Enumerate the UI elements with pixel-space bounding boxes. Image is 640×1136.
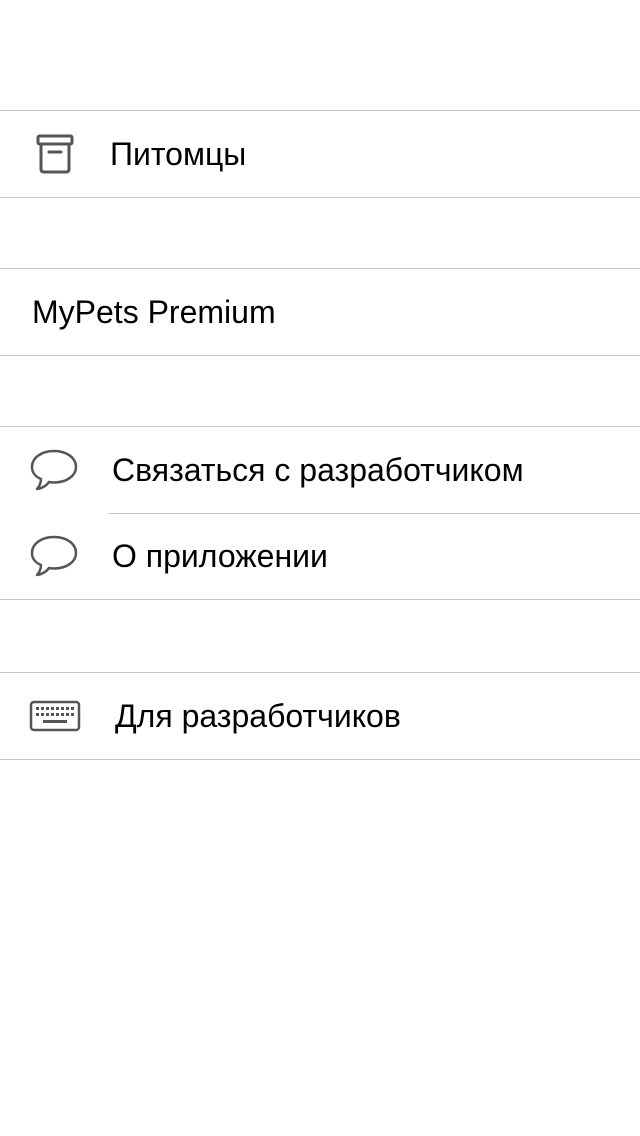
about-app-label: О приложении bbox=[112, 538, 328, 574]
developers-section: Для разработчиков bbox=[0, 672, 640, 760]
about-app-row[interactable]: О приложении bbox=[0, 513, 640, 599]
contact-developer-row[interactable]: Связаться с разработчиком bbox=[0, 427, 640, 513]
archive-box-icon bbox=[32, 111, 78, 197]
contact-developer-label: Связаться с разработчиком bbox=[112, 452, 524, 488]
premium-label: MyPets Premium bbox=[32, 294, 276, 330]
premium-section: MyPets Premium bbox=[0, 268, 640, 356]
pets-label: Питомцы bbox=[110, 136, 247, 172]
settings-screen: Питомцы MyPets Premium Связаться с разра… bbox=[0, 0, 640, 1136]
pets-section: Питомцы bbox=[0, 110, 640, 198]
speech-bubble-icon bbox=[28, 427, 80, 513]
info-section: Связаться с разработчиком О приложении bbox=[0, 426, 640, 600]
developers-row[interactable]: Для разработчиков bbox=[0, 673, 640, 759]
speech-bubble-icon bbox=[28, 513, 80, 599]
premium-row[interactable]: MyPets Premium bbox=[0, 269, 640, 355]
keyboard-icon bbox=[28, 673, 82, 759]
developers-label: Для разработчиков bbox=[115, 698, 401, 734]
pets-row[interactable]: Питомцы bbox=[0, 111, 640, 197]
